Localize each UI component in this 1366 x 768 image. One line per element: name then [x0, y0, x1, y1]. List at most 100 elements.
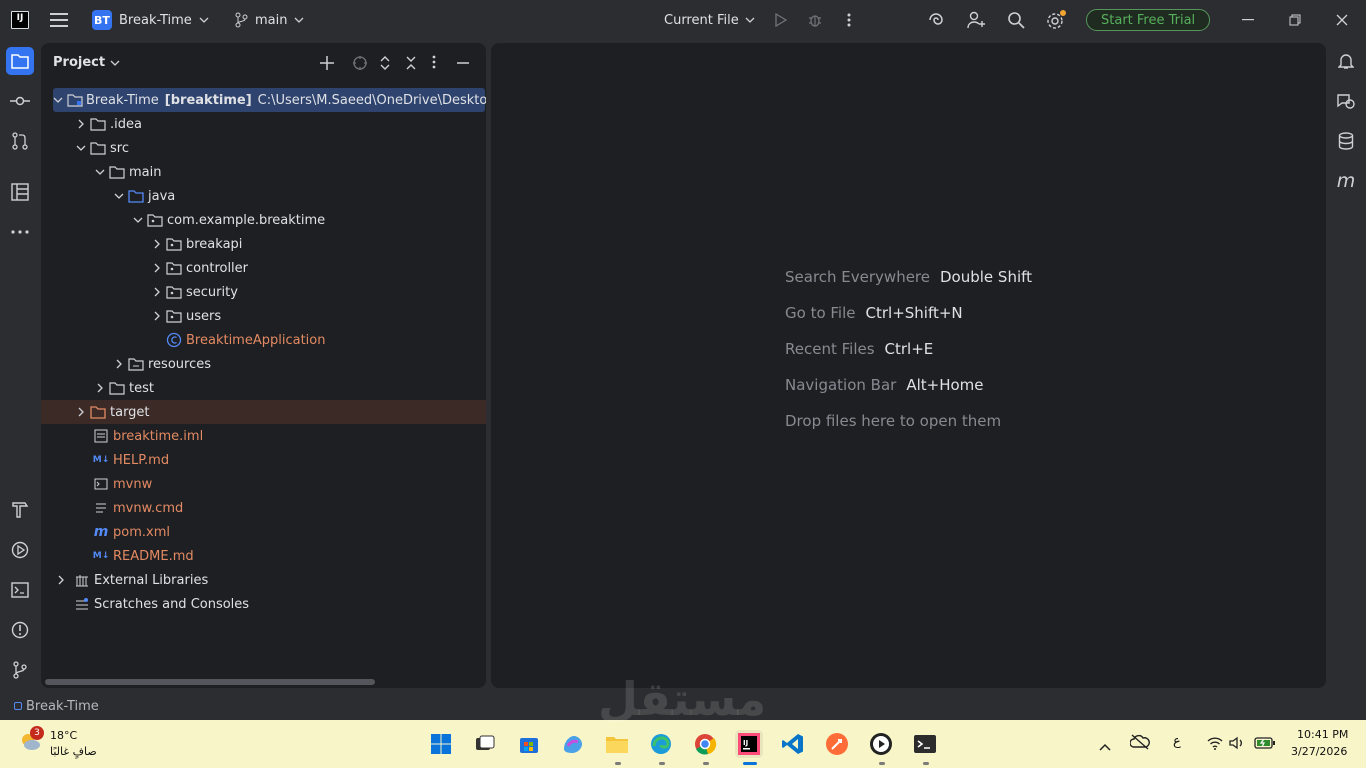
clock-time[interactable]: 10:41 PM [1297, 728, 1348, 741]
add-user-icon[interactable] [966, 0, 986, 40]
postman-icon[interactable] [823, 730, 851, 758]
microsoft-store-icon[interactable] [515, 730, 543, 758]
search-icon[interactable] [1006, 0, 1026, 40]
database-icon[interactable] [1332, 127, 1360, 155]
chevron-right-icon[interactable] [92, 383, 108, 393]
tree-row-breaktime-application[interactable]: BreaktimeApplication [41, 328, 486, 352]
debug-icon[interactable] [806, 0, 824, 40]
edge-browser-icon[interactable] [647, 730, 675, 758]
start-windows-icon[interactable] [427, 730, 455, 758]
m365-copilot-icon[interactable] [559, 730, 587, 758]
locate-file-icon[interactable] [352, 55, 368, 71]
intellij-idea-icon[interactable]: IJ [735, 730, 763, 758]
structure-tool-icon[interactable] [6, 178, 34, 206]
status-breadcrumb[interactable]: Break-Time [26, 699, 99, 714]
tree-row-java[interactable]: java [41, 184, 486, 208]
tree-row-scratches[interactable]: Scratches and Consoles [41, 592, 486, 616]
vscode-icon[interactable] [779, 730, 807, 758]
tree-row-readme-md[interactable]: M↓ README.md [41, 544, 486, 568]
chevron-down-icon[interactable] [130, 217, 146, 223]
chevron-right-icon[interactable] [149, 263, 165, 273]
tree-row-package[interactable]: com.example.breaktime [41, 208, 486, 232]
more-actions-icon[interactable] [842, 0, 856, 40]
chevron-down-icon[interactable] [73, 145, 89, 151]
chevron-down-icon[interactable] [92, 169, 108, 175]
tree-row-mvnw[interactable]: mvnw [41, 472, 486, 496]
problems-tool-icon[interactable] [6, 616, 34, 644]
project-view-selector[interactable]: Project [53, 55, 120, 70]
hint-search-everywhere[interactable]: Search Everywhere Double Shift [785, 268, 1032, 286]
notifications-bell-icon[interactable] [1332, 47, 1360, 75]
weather-widget-icon[interactable]: 3 [18, 726, 44, 754]
hide-panel-icon[interactable] [456, 55, 470, 71]
terminal-app-icon[interactable] [911, 730, 939, 758]
svg-text:IJ: IJ [743, 739, 748, 747]
ai-chat-icon[interactable] [1332, 87, 1360, 115]
tree-row-test[interactable]: test [41, 376, 486, 400]
input-language-indicator[interactable]: ع [1173, 734, 1181, 749]
minimize-icon[interactable] [1240, 0, 1256, 40]
tree-row-project-root[interactable]: Break-Time [breaktime] C:\Users\M.Saeed\… [41, 88, 486, 112]
chevron-right-icon[interactable] [149, 311, 165, 321]
tree-row-mvnw-cmd[interactable]: mvnw.cmd [41, 496, 486, 520]
run-config-selector[interactable]: Current File [664, 0, 755, 40]
main-menu-icon[interactable] [48, 0, 70, 40]
build-tool-icon[interactable] [6, 496, 34, 524]
battery-charging-icon[interactable] [1254, 735, 1276, 754]
terminal-tool-icon[interactable] [6, 576, 34, 604]
ai-assistant-icon[interactable] [926, 0, 946, 40]
chevron-right-icon[interactable] [111, 359, 127, 369]
tree-row-security[interactable]: security [41, 280, 486, 304]
chevron-down-icon[interactable] [53, 97, 63, 103]
settings-gear-icon[interactable] [1045, 0, 1067, 40]
services-run-icon[interactable] [6, 536, 34, 564]
task-view-icon[interactable] [471, 730, 499, 758]
hint-navigation-bar[interactable]: Navigation Bar Alt+Home [785, 376, 984, 394]
onedrive-offline-icon[interactable] [1129, 734, 1150, 754]
tray-chevron-up-icon[interactable] [1099, 736, 1111, 755]
tree-row-breaktime-iml[interactable]: breaktime.iml [41, 424, 486, 448]
tree-row-external-libraries[interactable]: External Libraries [41, 568, 486, 592]
tree-row-src[interactable]: src [41, 136, 486, 160]
tree-row-users[interactable]: users [41, 304, 486, 328]
commit-tool-icon[interactable] [6, 87, 34, 115]
hint-recent-files[interactable]: Recent Files Ctrl+E [785, 340, 933, 358]
media-player-icon[interactable] [867, 730, 895, 758]
chevron-down-icon[interactable] [111, 193, 127, 199]
git-tool-icon[interactable] [6, 656, 34, 684]
wifi-icon[interactable] [1207, 735, 1223, 754]
file-explorer-icon[interactable] [603, 730, 631, 758]
hint-go-to-file[interactable]: Go to File Ctrl+Shift+N [785, 304, 963, 322]
chevron-right-icon[interactable] [73, 119, 89, 129]
tree-row-breakapi[interactable]: breakapi [41, 232, 486, 256]
chevron-right-icon[interactable] [149, 287, 165, 297]
expand-all-icon[interactable] [378, 55, 392, 71]
restore-icon[interactable] [1287, 0, 1303, 40]
start-free-trial-button[interactable]: Start Free Trial [1086, 0, 1211, 40]
chevron-right-icon[interactable] [53, 575, 69, 585]
options-menu-icon[interactable] [432, 55, 436, 69]
more-tool-windows-icon[interactable] [6, 218, 34, 246]
chevron-right-icon[interactable] [149, 239, 165, 249]
chrome-browser-icon[interactable] [691, 730, 719, 758]
clock-date[interactable]: 3/27/2026 [1291, 745, 1347, 758]
collapse-all-icon[interactable] [404, 55, 418, 71]
run-icon[interactable] [772, 0, 790, 40]
branch-switcher[interactable]: main [234, 0, 304, 40]
tree-row-controller[interactable]: controller [41, 256, 486, 280]
project-tool-icon[interactable] [6, 47, 34, 75]
close-icon[interactable] [1334, 0, 1350, 40]
new-file-icon[interactable] [319, 55, 335, 71]
pull-requests-icon[interactable] [6, 127, 34, 155]
tree-row-help-md[interactable]: M↓ HELP.md [41, 448, 486, 472]
tree-row-resources[interactable]: resources [41, 352, 486, 376]
chevron-right-icon[interactable] [73, 407, 89, 417]
horizontal-scrollbar[interactable] [45, 679, 375, 685]
project-switcher[interactable]: BT Break-Time [92, 0, 209, 40]
maven-tool-icon[interactable]: m [1332, 167, 1360, 195]
tree-row-target[interactable]: target [41, 400, 486, 424]
tree-row-pom-xml[interactable]: m pom.xml [41, 520, 486, 544]
tree-row-idea[interactable]: .idea [41, 112, 486, 136]
tree-row-main[interactable]: main [41, 160, 486, 184]
volume-icon[interactable] [1229, 735, 1245, 754]
